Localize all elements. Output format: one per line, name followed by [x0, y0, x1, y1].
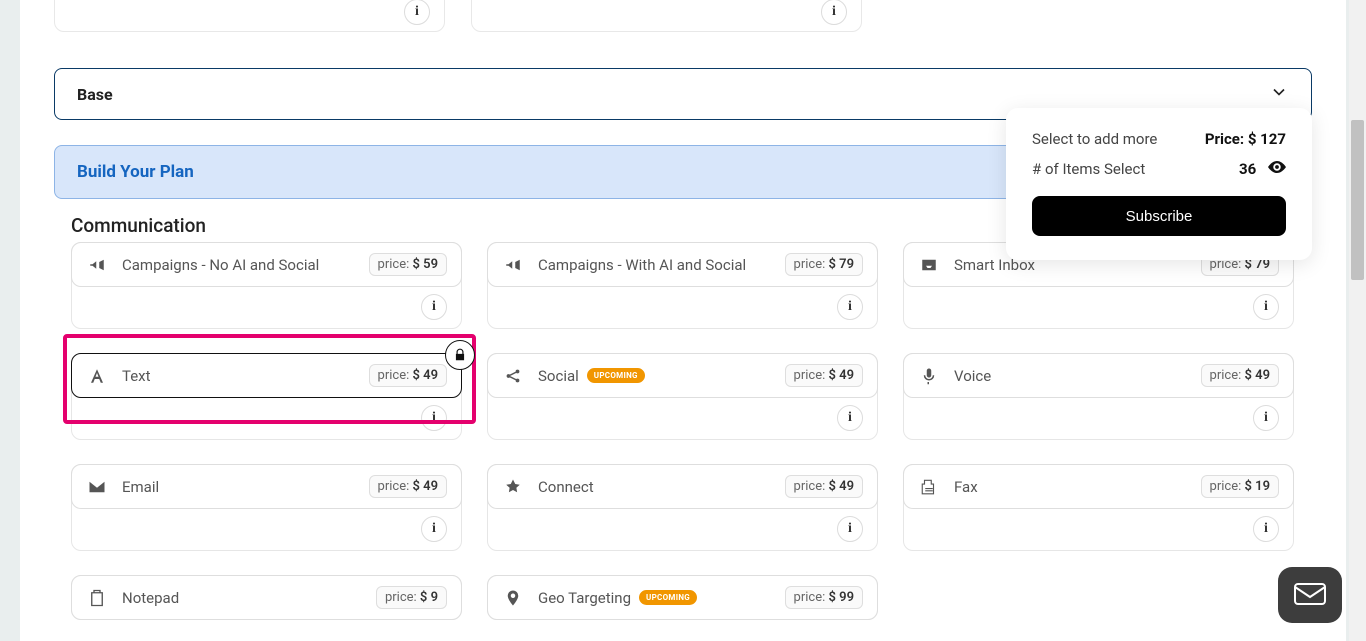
plan-card-name: Connect: [538, 478, 771, 496]
plan-card-name: Email: [122, 478, 355, 496]
info-icon[interactable]: i: [837, 516, 863, 542]
partial-card: i: [471, 0, 862, 32]
scrollbar-thumb[interactable]: [1351, 120, 1364, 280]
partial-card: i: [54, 0, 445, 32]
info-icon[interactable]: i: [837, 294, 863, 320]
price-chip: price: $ 49: [1201, 364, 1279, 387]
plan-card-head[interactable]: Email price: $ 49: [71, 464, 462, 509]
info-icon[interactable]: i: [821, 0, 847, 25]
eye-icon[interactable]: [1268, 160, 1286, 178]
info-icon[interactable]: i: [421, 405, 447, 431]
share-icon: [502, 367, 524, 385]
plan-card-head[interactable]: Social UPCOMING price: $ 49: [487, 353, 878, 398]
plan-card-name: Campaigns - No AI and Social: [122, 256, 355, 274]
subscribe-button[interactable]: Subscribe: [1032, 196, 1286, 236]
plan-card-geo-targeting: Geo Targeting UPCOMING price: $ 99: [487, 575, 878, 620]
price-chip: price: $ 79: [785, 253, 863, 276]
plan-card-campaigns-with-ai: Campaigns - With AI and Social price: $ …: [487, 242, 878, 329]
plan-card-name: Social UPCOMING: [538, 367, 771, 385]
plan-card-head[interactable]: Fax price: $ 19: [903, 464, 1294, 509]
plan-card-name: Fax: [954, 478, 1187, 496]
info-icon[interactable]: i: [421, 294, 447, 320]
plan-card-head[interactable]: Voice price: $ 49: [903, 353, 1294, 398]
plan-card-name: Text: [122, 367, 355, 385]
chat-fab[interactable]: [1278, 567, 1342, 623]
plan-card-fax: Fax price: $ 19 i: [903, 464, 1294, 551]
plan-card-text: Text price: $ 49 i: [71, 353, 462, 440]
plan-card-campaigns-no-ai: Campaigns - No AI and Social price: $ 59…: [71, 242, 462, 329]
price-chip: price: $ 49: [785, 475, 863, 498]
price-chip: price: $ 49: [369, 364, 447, 387]
map-pin-icon: [502, 589, 524, 607]
price-chip: price: $ 19: [1201, 475, 1279, 498]
summary-items-count: 36: [1239, 160, 1286, 178]
price-chip: price: $ 59: [369, 253, 447, 276]
plan-card-head[interactable]: Campaigns - No AI and Social price: $ 59: [71, 242, 462, 287]
section-title-communication: Communication: [71, 214, 206, 237]
text-icon: [86, 367, 108, 385]
base-label: Base: [77, 85, 113, 104]
price-chip: price: $ 99: [785, 586, 863, 609]
info-icon[interactable]: i: [1253, 405, 1279, 431]
info-icon[interactable]: i: [404, 0, 430, 25]
campaign-icon: [86, 256, 108, 274]
plan-card-name: Voice: [954, 367, 1187, 385]
scrollbar-track[interactable]: [1349, 0, 1366, 641]
plan-card-head[interactable]: Text price: $ 49: [71, 353, 462, 398]
plan-card-notepad: Notepad price: $ 9: [71, 575, 462, 620]
summary-select-more: Select to add more: [1032, 130, 1157, 148]
info-icon[interactable]: i: [1253, 294, 1279, 320]
chevron-down-icon: [1269, 82, 1289, 106]
fax-icon: [918, 478, 940, 496]
plan-card-voice: Voice price: $ 49 i: [903, 353, 1294, 440]
plan-card-connect: Connect price: $ 49 i: [487, 464, 878, 551]
plan-card-head[interactable]: Connect price: $ 49: [487, 464, 878, 509]
summary-price: Price: $ 127: [1205, 130, 1286, 148]
upcoming-badge: UPCOMING: [587, 368, 645, 383]
lock-icon: [445, 340, 475, 370]
info-icon[interactable]: i: [421, 516, 447, 542]
plan-card-head[interactable]: Campaigns - With AI and Social price: $ …: [487, 242, 878, 287]
inbox-icon: [918, 256, 940, 274]
price-chip: price: $ 49: [785, 364, 863, 387]
connect-icon: [502, 478, 524, 496]
plan-card-email: Email price: $ 49 i: [71, 464, 462, 551]
price-chip: price: $ 49: [369, 475, 447, 498]
campaign-icon: [502, 256, 524, 274]
upcoming-badge: UPCOMING: [639, 590, 697, 605]
info-icon[interactable]: i: [837, 405, 863, 431]
price-chip: price: $ 9: [376, 586, 447, 609]
plan-card-head[interactable]: Notepad price: $ 9: [71, 575, 462, 620]
plan-header-label: Build Your Plan: [77, 162, 194, 182]
plan-card-name: Campaigns - With AI and Social: [538, 256, 771, 274]
info-icon[interactable]: i: [1253, 516, 1279, 542]
summary-items-label: # of Items Select: [1032, 160, 1145, 178]
plan-card-name: Notepad: [122, 589, 362, 607]
plan-card-head[interactable]: Geo Targeting UPCOMING price: $ 99: [487, 575, 878, 620]
clipboard-icon: [86, 589, 108, 607]
plan-card-social: Social UPCOMING price: $ 49 i: [487, 353, 878, 440]
summary-panel: Select to add more Price: $ 127 # of Ite…: [1006, 108, 1312, 260]
envelope-icon: [86, 478, 108, 496]
microphone-icon: [918, 367, 940, 385]
plan-card-name: Geo Targeting UPCOMING: [538, 589, 771, 607]
